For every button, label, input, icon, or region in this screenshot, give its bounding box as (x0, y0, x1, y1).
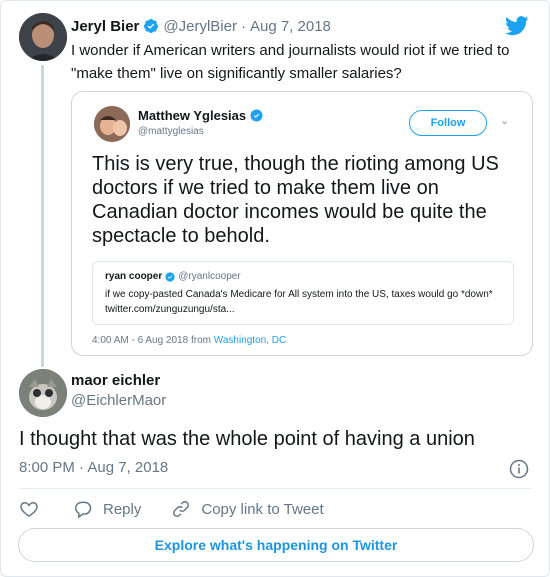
parent-author-name[interactable]: Jeryl Bier (71, 18, 139, 35)
action-divider (19, 488, 531, 489)
verified-badge-icon (165, 271, 175, 282)
quoted-timestamp-row: 4:00 AM - 6 Aug 2018 from Washington, DC (92, 335, 286, 346)
parent-author-handle[interactable]: @JerylBier (163, 18, 237, 35)
main-tweet-timestamp[interactable]: 8:00 PM · Aug 7, 2018 (19, 459, 168, 476)
reply-label: Reply (103, 500, 142, 518)
chevron-down-icon: ⌄ (500, 115, 510, 127)
follow-button: Follow (409, 110, 487, 136)
quoted-author-name: Matthew Yglesias (138, 108, 247, 123)
parent-tweet-text: I wonder if American writers and journal… (71, 42, 510, 82)
twitter-bird-icon[interactable] (505, 16, 529, 36)
nested-quote-box: ryan cooper @ryanlcooper if we copy-past… (92, 261, 514, 325)
main-author-handle[interactable]: @EichlerMaor (71, 392, 166, 409)
reply-bubble-icon (74, 501, 92, 519)
copy-link-label: Copy link to Tweet (201, 500, 324, 518)
info-icon[interactable] (509, 459, 529, 479)
parent-author-avatar[interactable] (19, 13, 67, 61)
thread-connector-line (41, 65, 44, 367)
verified-badge-icon (250, 109, 263, 122)
parent-tweet-header: Jeryl Bier @JerylBier · Aug 7, 2018 (71, 16, 331, 36)
quoted-author-handle: @mattyglesias (138, 126, 204, 137)
tweet-embed-card: Jeryl Bier @JerylBier · Aug 7, 2018 I wo… (0, 0, 550, 577)
quoted-author-avatar (94, 106, 130, 142)
main-author-avatar[interactable] (19, 369, 67, 417)
quoted-tweet-screenshot[interactable]: Matthew Yglesias @mattyglesias Follow ⌄ … (71, 91, 533, 356)
link-icon (173, 501, 190, 517)
header-separator: · (240, 17, 246, 35)
main-tweet-text: I thought that was the whole point of ha… (19, 428, 475, 450)
main-author-name[interactable]: maor eichler (71, 372, 160, 389)
parent-tweet-date[interactable]: Aug 7, 2018 (250, 18, 331, 35)
nested-quote-text: if we copy-pasted Canada's Medicare for … (105, 289, 493, 315)
nested-author-handle: @ryanlcooper (178, 271, 241, 282)
nested-author-name: ryan cooper (105, 271, 163, 282)
quoted-location: Washington, DC (213, 335, 287, 346)
explore-twitter-button[interactable]: Explore what's happening on Twitter (18, 528, 534, 562)
reply-button[interactable]: Reply (73, 499, 141, 519)
like-button[interactable] (19, 499, 39, 519)
nested-quote-header: ryan cooper @ryanlcooper (105, 271, 241, 282)
quoted-author-name-row: Matthew Yglesias (138, 108, 263, 123)
quoted-tweet-text: This is very true, though the rioting am… (92, 153, 499, 247)
copy-link-button[interactable]: Copy link to Tweet (171, 499, 324, 519)
verified-badge-icon (144, 19, 159, 33)
heart-icon (20, 501, 38, 517)
quoted-timestamp: 4:00 AM - 6 Aug 2018 from (92, 335, 211, 346)
tweet-actions: Reply Copy link to Tweet (19, 498, 354, 520)
